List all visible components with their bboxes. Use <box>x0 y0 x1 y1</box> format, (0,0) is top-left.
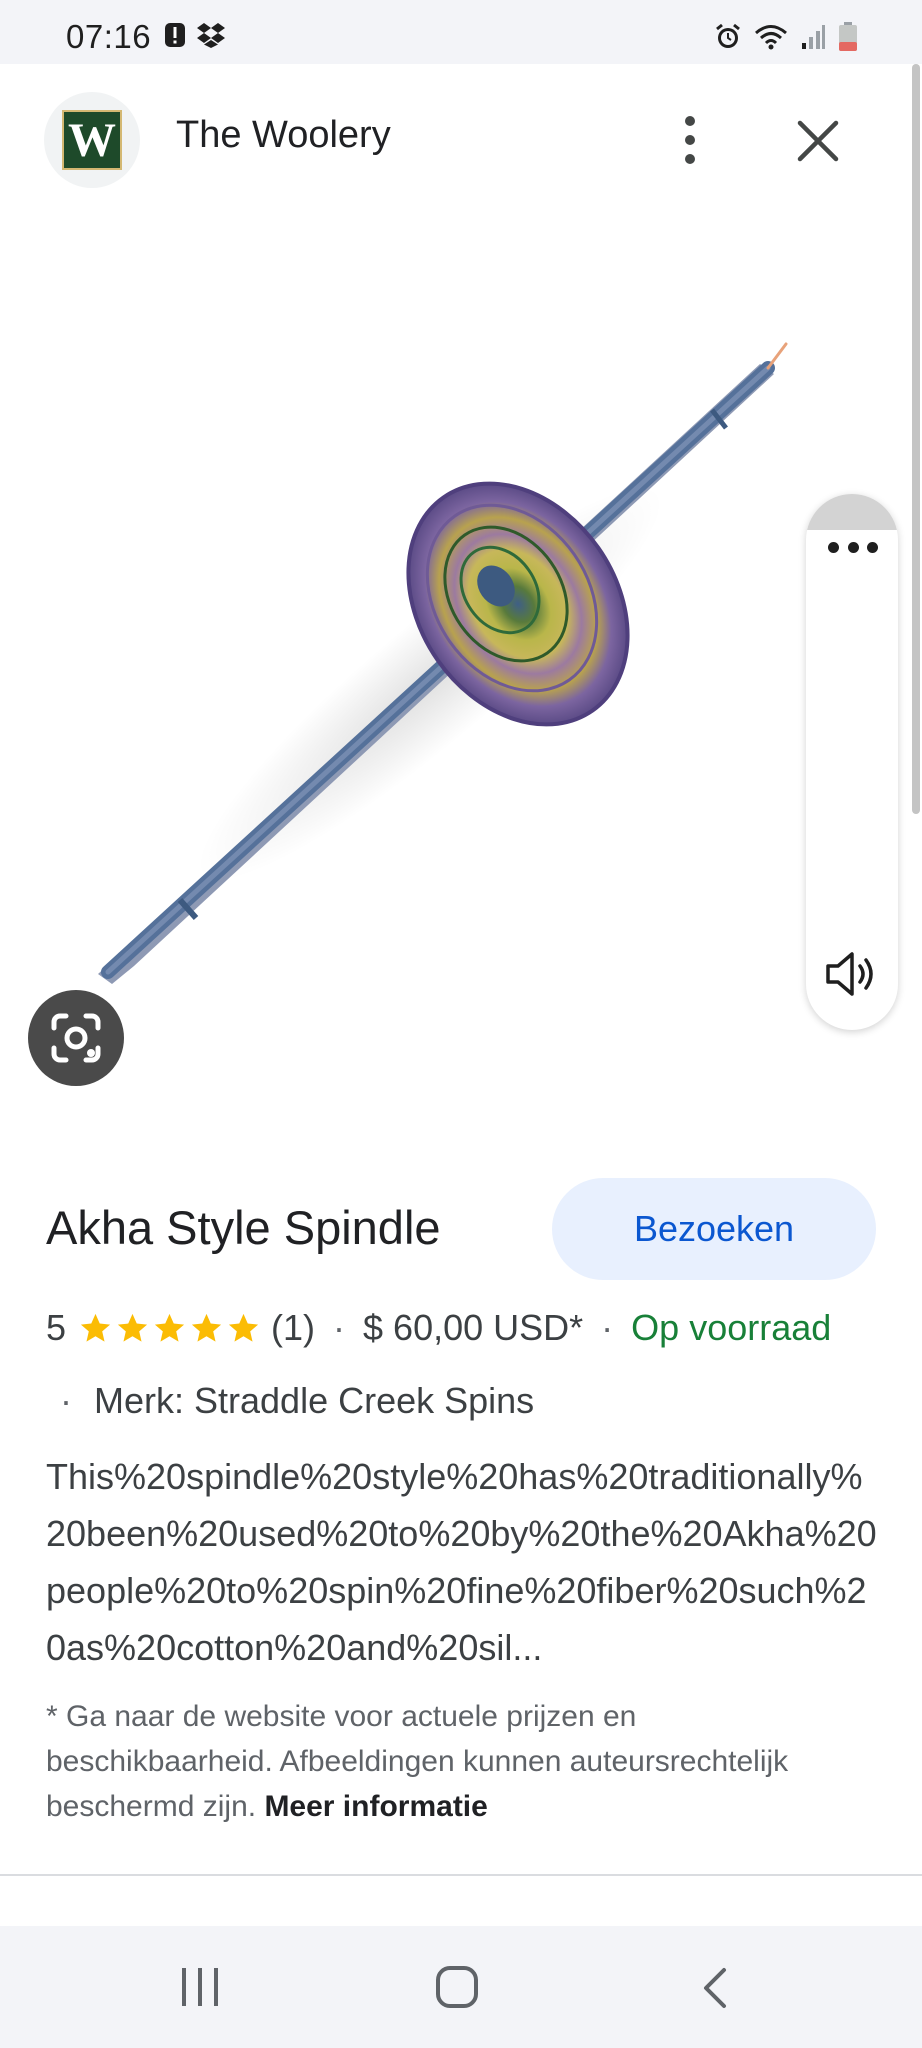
rating-value: 5 <box>46 1307 67 1348</box>
nav-bar <box>0 1926 922 2048</box>
back-icon[interactable] <box>700 1966 730 2015</box>
close-icon[interactable] <box>796 119 840 168</box>
recents-icon[interactable] <box>178 1966 222 2013</box>
product-description: This%20spindle%20style%20has%20tradition… <box>46 1456 877 1668</box>
more-info-link[interactable]: Meer informatie <box>264 1790 487 1823</box>
product-title: Akha Style Spindle <box>46 1201 441 1254</box>
battery-low-icon <box>838 22 858 57</box>
header: W The Woolery <box>0 64 904 214</box>
dropbox-icon <box>196 22 226 53</box>
more-vert-icon[interactable] <box>660 104 720 176</box>
status-left-icons <box>164 22 226 53</box>
product-image-area[interactable] <box>0 214 904 1132</box>
star-icon <box>191 1313 222 1342</box>
alarm-icon <box>714 23 742 56</box>
disclaimer: * Ga naar de website voor actuele prijze… <box>46 1694 846 1829</box>
brand-row: · Merk: Straddle Creek Spins <box>60 1380 534 1422</box>
more-horiz-icon[interactable] <box>828 542 878 554</box>
alert-icon <box>164 22 186 53</box>
google-lens-icon[interactable] <box>28 990 124 1086</box>
site-title[interactable]: The Woolery <box>176 114 391 157</box>
scrollbar[interactable] <box>912 64 920 814</box>
product-image <box>98 342 788 984</box>
wifi-icon <box>754 23 788 56</box>
separator: · <box>60 1380 72 1421</box>
site-logo[interactable]: W <box>44 92 140 188</box>
brand: Merk: Straddle Creek Spins <box>94 1380 535 1421</box>
star-icon <box>117 1313 148 1342</box>
signal-icon <box>800 23 826 56</box>
availability: Op voorraad <box>631 1307 832 1348</box>
volume-icon[interactable] <box>822 946 882 1007</box>
divider <box>0 1874 922 1876</box>
star-icon <box>80 1313 111 1342</box>
separator: · <box>601 1307 614 1348</box>
review-count[interactable]: (1) <box>271 1307 315 1349</box>
screen: 07:16 W The Woolery Akha Style Spindle B… <box>0 0 922 2048</box>
star-icon <box>154 1313 185 1342</box>
status-time: 07:16 <box>66 18 152 55</box>
home-icon[interactable] <box>434 1964 480 2015</box>
price: $ 60,00 USD* <box>363 1307 584 1348</box>
separator: · <box>333 1307 346 1348</box>
side-panel-handle <box>806 494 898 530</box>
visit-button[interactable]: Bezoeken <box>552 1178 876 1280</box>
rating-stars <box>78 1311 261 1346</box>
status-bar: 07:16 <box>0 0 922 64</box>
product-info-row: 5 (1) · $ 60,00 USD* · Op voorraad <box>46 1306 831 1350</box>
status-right-icons <box>714 22 858 57</box>
side-panel[interactable] <box>806 494 898 1030</box>
site-logo-letter: W <box>62 110 122 170</box>
star-icon <box>228 1313 259 1342</box>
